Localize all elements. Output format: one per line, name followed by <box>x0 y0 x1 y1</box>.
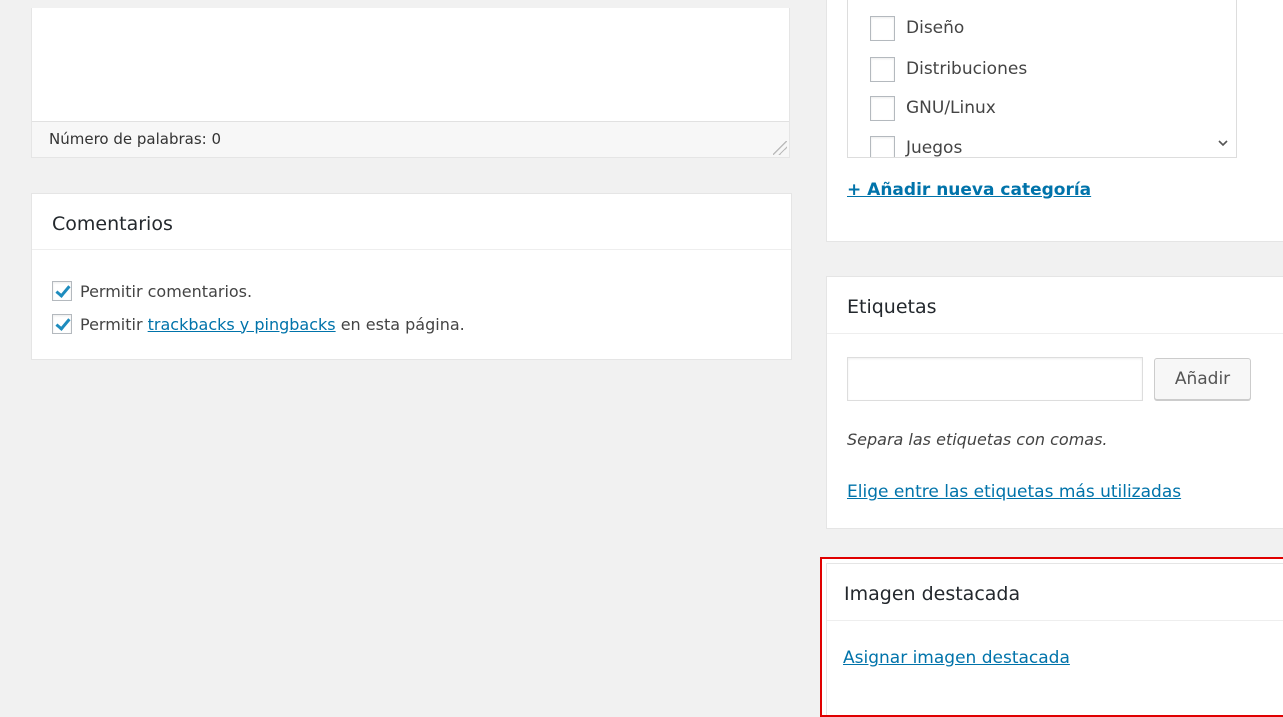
category-item: Diseño <box>870 15 965 41</box>
category-label: Juegos <box>906 138 963 158</box>
category-item: Distribuciones <box>870 56 1028 82</box>
category-checkbox[interactable] <box>870 56 895 82</box>
word-count-bar: Número de palabras: 0 <box>32 121 789 157</box>
comments-box: Comentarios Permitir comentarios. Permit… <box>31 193 792 360</box>
comments-title: Comentarios <box>32 194 791 250</box>
tags-title: Etiquetas <box>827 277 1283 334</box>
category-label: Diseño <box>906 18 965 38</box>
resize-handle-icon[interactable] <box>773 141 787 155</box>
allow-pings-checkbox[interactable] <box>52 314 72 334</box>
set-featured-image-link[interactable]: Asignar imagen destacada <box>843 648 1070 668</box>
featured-image-box: Imagen destacada Asignar imagen destacad… <box>820 557 1283 717</box>
allow-pings-suffix: en esta página. <box>335 314 465 334</box>
featured-image-title: Imagen destacada <box>827 564 1283 621</box>
editor-text-area[interactable] <box>32 8 789 120</box>
scroll-down-icon[interactable] <box>1218 140 1228 147</box>
category-checkbox[interactable] <box>870 15 895 41</box>
editor-panel: Número de palabras: 0 <box>31 8 790 158</box>
allow-comments-row: Permitir comentarios. <box>52 280 252 302</box>
trackbacks-pingbacks-link[interactable]: trackbacks y pingbacks <box>148 315 336 334</box>
allow-comments-label: Permitir comentarios. <box>80 281 253 301</box>
allow-pings-row: Permitir trackbacks y pingbacks en esta … <box>52 313 465 335</box>
allow-comments-checkbox[interactable] <box>52 281 72 301</box>
tag-input[interactable] <box>847 357 1143 401</box>
category-label: GNU/Linux <box>906 98 996 118</box>
category-item: Juegos <box>870 135 963 158</box>
add-tag-button[interactable]: Añadir <box>1154 358 1251 400</box>
categories-box: Diseño Distribuciones GNU/Linux Juegos +… <box>826 0 1283 242</box>
category-checklist[interactable]: Diseño Distribuciones GNU/Linux Juegos <box>847 0 1237 158</box>
add-category-link[interactable]: + Añadir nueva categoría <box>847 180 1091 200</box>
category-item: GNU/Linux <box>870 95 996 121</box>
tag-hint: Separa las etiquetas con comas. <box>847 430 1108 449</box>
category-checkbox[interactable] <box>870 135 895 157</box>
category-checkbox[interactable] <box>870 95 895 121</box>
allow-pings-prefix: Permitir <box>80 314 148 334</box>
featured-image-panel: Imagen destacada <box>826 563 1283 715</box>
category-label: Distribuciones <box>906 59 1028 79</box>
word-count: Número de palabras: 0 <box>49 130 222 148</box>
tags-box: Etiquetas Añadir Separa las etiquetas co… <box>826 276 1283 529</box>
most-used-tags-link[interactable]: Elige entre las etiquetas más utilizadas <box>847 482 1181 502</box>
